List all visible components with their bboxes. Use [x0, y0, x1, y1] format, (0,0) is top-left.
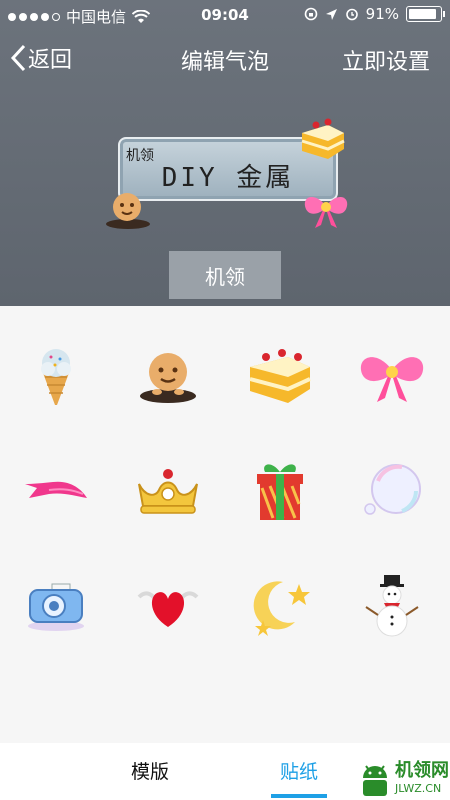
tab-template[interactable]: 模版 [131, 757, 169, 784]
cookie-icon [140, 353, 196, 403]
moon-star-icon [253, 581, 310, 636]
sticker-cake[interactable] [224, 316, 336, 436]
cake-icon [301, 118, 345, 159]
sticker-cookie[interactable] [112, 316, 224, 436]
sticker-camera[interactable] [0, 546, 112, 666]
watermark-text: 机领网 [395, 760, 449, 781]
sticker-snowman[interactable] [336, 546, 448, 666]
gift-icon [257, 464, 303, 520]
crown-icon [138, 469, 198, 514]
location-icon [325, 8, 337, 20]
soap-bubble-icon [364, 464, 421, 515]
sticker-bow[interactable] [336, 316, 448, 436]
bow-icon [304, 196, 348, 228]
apply-button[interactable]: 立即设置 [342, 44, 430, 76]
sticker-ribbon[interactable] [0, 431, 112, 551]
navigation-bar: 返回 编辑气泡 立即设置 [0, 40, 450, 80]
cookie-icon [106, 193, 150, 229]
sticker-soap-bubble[interactable] [336, 431, 448, 551]
camera-icon [28, 583, 84, 631]
battery-icon [406, 6, 445, 22]
battery-percent: 91% [365, 5, 399, 23]
sticker-crown[interactable] [112, 431, 224, 551]
heart-icon [137, 591, 199, 627]
name-button[interactable]: 机领 [169, 251, 281, 299]
cake-icon [249, 349, 311, 403]
rotation-lock-icon [304, 7, 317, 21]
sticker-heart[interactable] [112, 546, 224, 666]
sticker-grid [0, 306, 450, 743]
snowman-icon [365, 575, 419, 637]
ice-cream-icon [41, 349, 71, 405]
ribbon-icon [25, 481, 87, 498]
sticker-ice-cream[interactable] [0, 316, 112, 436]
bow-icon [360, 357, 424, 402]
sticker-moon-star[interactable] [224, 546, 336, 666]
alarm-icon [345, 8, 358, 21]
watermark: 机领网 JLWZ.CN [355, 756, 450, 800]
status-bar: 中国电信 09:04 91% [0, 0, 450, 30]
active-tab-indicator [271, 794, 327, 798]
watermark-url: JLWZ.CN [395, 782, 442, 795]
sticker-gift[interactable] [224, 431, 336, 551]
tab-stickers[interactable]: 贴纸 [280, 757, 318, 784]
android-logo-icon [363, 765, 387, 796]
